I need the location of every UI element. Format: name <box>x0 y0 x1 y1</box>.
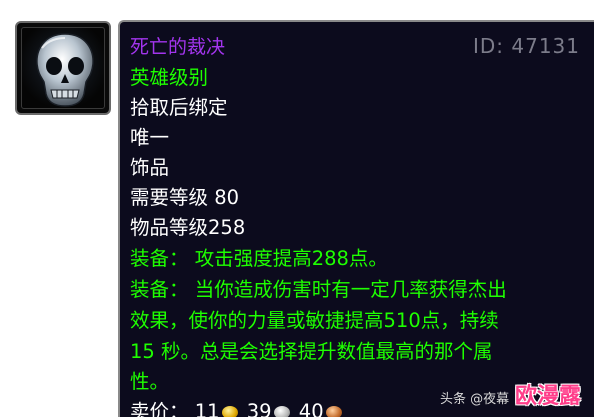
watermark-site: 欧漫露 <box>515 384 582 409</box>
sell-price: 卖价： 11 39 40 <box>130 400 345 417</box>
equip-line: 效果，使你的力量或敏捷提高510点，持续 <box>130 309 499 332</box>
item-id: ID: 47131 <box>472 34 580 58</box>
equip-line: 15 秒。总是会选择提升数值最高的那个属 <box>130 340 493 363</box>
sell-copper-amount: 40 <box>298 400 324 417</box>
item-quality: 英雄级别 <box>130 66 209 89</box>
sell-gold-amount: 11 <box>194 400 220 417</box>
watermark-source: 头条 @夜幕 <box>440 392 510 407</box>
item-bind-type: 拾取后绑定 <box>130 96 228 119</box>
skull-icon <box>21 27 105 109</box>
equip-line: 性。 <box>130 370 170 393</box>
item-slot: 饰品 <box>130 156 170 179</box>
gold-coin-icon <box>221 406 238 417</box>
item-level: 物品等级258 <box>130 216 246 239</box>
item-name: 死亡的裁决 <box>130 36 226 58</box>
sell-silver-amount: 39 <box>246 400 272 417</box>
skull-icon-graphic <box>36 33 94 107</box>
sell-price-label: 卖价： <box>130 400 189 417</box>
copper-coin-icon <box>325 406 342 417</box>
item-required-level: 需要等级 80 <box>130 186 240 209</box>
item-icon-frame <box>15 21 111 115</box>
item-tooltip: 死亡的裁决 ID: 47131 英雄级别 拾取后绑定 唯一 饰品 需要等级 80… <box>118 20 594 417</box>
silver-coin-icon <box>273 406 290 417</box>
item-unique: 唯一 <box>130 126 170 149</box>
equip-line: 装备： 当你造成伤害时有一定几率获得杰出 <box>130 278 507 301</box>
equip-line: 装备： 攻击强度提高288点。 <box>130 247 388 270</box>
